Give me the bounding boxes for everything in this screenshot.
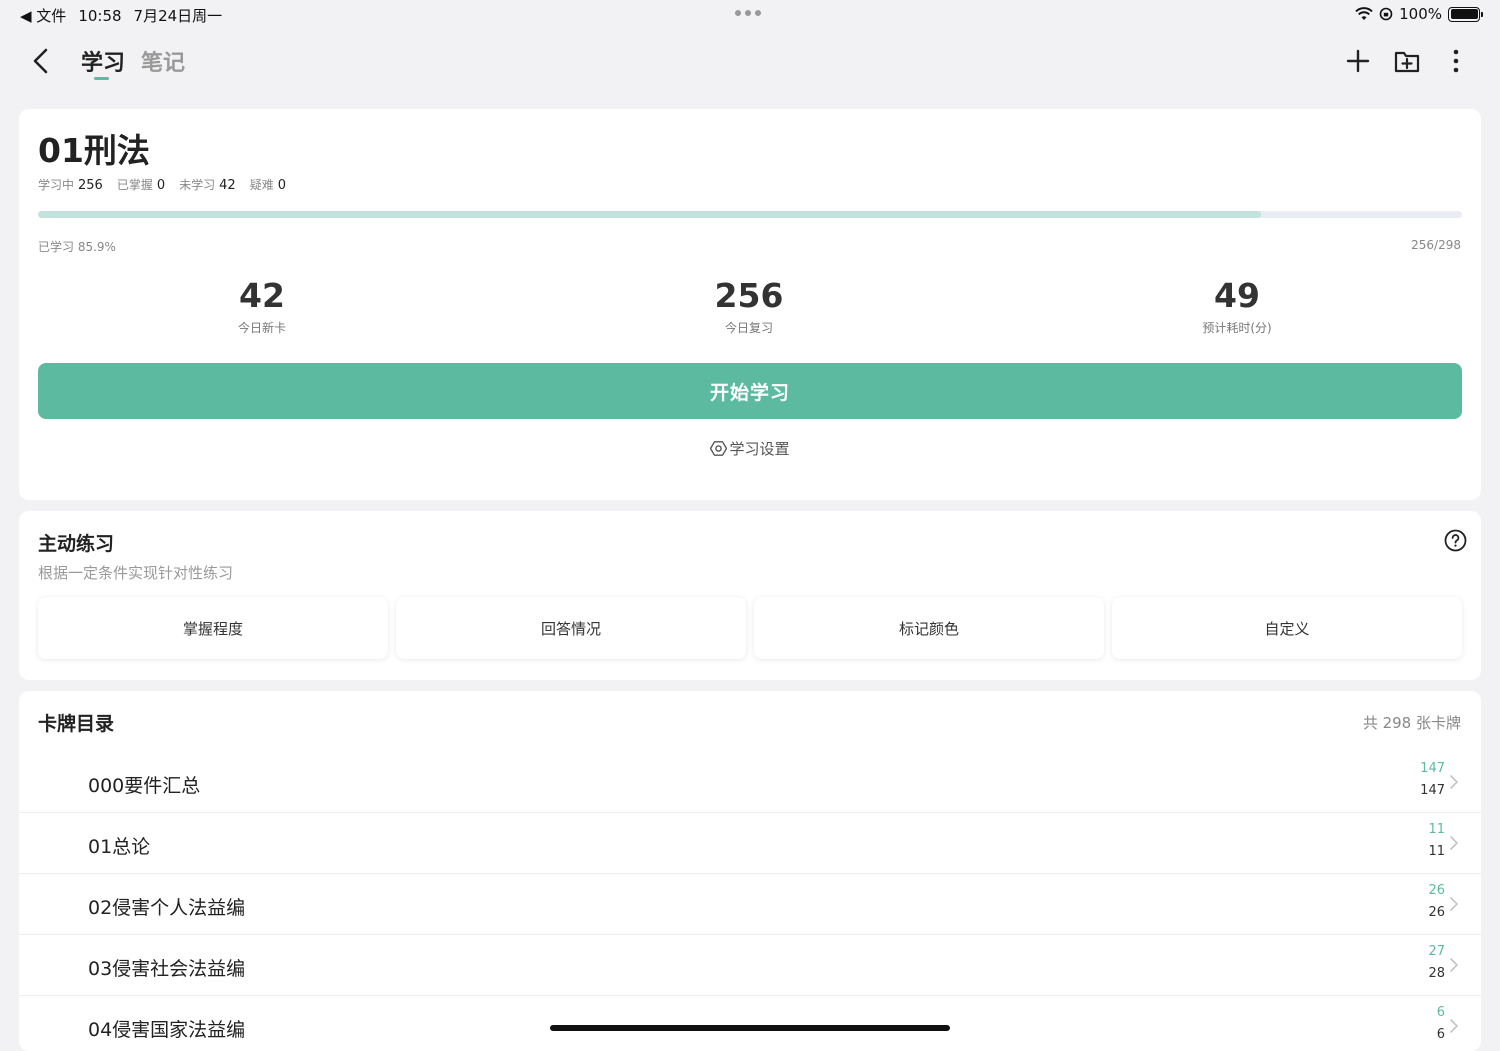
help-icon[interactable] [1444,529,1467,552]
active-tab-indicator [94,77,109,80]
catalog-row-name: 000要件汇总 [88,775,201,797]
deck-title: 01刑法 [38,131,150,170]
filter-color-button[interactable]: 标记颜色 [754,597,1104,659]
status-time: 10:58 [78,6,122,25]
catalog-row[interactable]: 03侵害社会法益编 27 28 [19,935,1481,996]
study-settings-label: 学习设置 [729,440,790,458]
study-settings-link[interactable]: 学习设置 [700,438,800,459]
progress-label: 已学习 85.9% [38,240,116,254]
catalog-row-count-total: 6 [1436,1027,1445,1042]
back-chevron-icon[interactable] [26,44,58,78]
filter-mastery-button[interactable]: 掌握程度 [38,597,388,659]
settings-icon [710,441,728,456]
catalog-row[interactable]: 01总论 11 11 [19,813,1481,874]
battery-icon [1448,6,1483,22]
back-to-app-link[interactable]: ◀ 文件 [20,5,66,26]
battery-percent: 100% [1399,5,1442,23]
tab-notes[interactable]: 笔记 [141,45,185,77]
catalog-row-name: 04侵害国家法益编 [88,1019,246,1041]
start-study-button[interactable]: 开始学习 [38,363,1462,419]
practice-subtitle: 根据一定条件实现针对性练习 [38,564,234,582]
status-bar-right: 100% [1355,5,1483,23]
chevron-right-icon [1450,836,1459,850]
catalog-row-count-total: 11 [1428,844,1445,859]
add-icon[interactable] [1341,44,1375,78]
filter-answer-button[interactable]: 回答情况 [396,597,746,659]
stat-learning: 学习中 256 [38,178,103,193]
catalog-row[interactable]: 04侵害国家法益编 6 6 [19,996,1481,1042]
catalog-row[interactable]: 000要件汇总 147 147 [19,752,1481,813]
catalog-row-count-total: 26 [1428,905,1445,920]
catalog-row-count-learned: 11 [1428,822,1445,837]
stat-mastered: 已掌握 0 [116,178,166,193]
catalog-total: 共 298 张卡牌 [1362,714,1461,732]
stat-unlearned: 未学习 42 [179,178,236,193]
deck-stats: 学习中 256 已掌握 0 未学习 42 疑难 0 [38,176,286,193]
catalog-row-count-learned: 27 [1428,944,1445,959]
catalog-row-name: 01总论 [88,836,151,858]
progress-count: 256/298 [1411,238,1461,252]
catalog-row-count-learned: 26 [1428,883,1445,898]
catalog-row-count-total: 28 [1428,966,1445,981]
metric-estimated-time: 49 预计耗时(分) [1202,276,1272,335]
more-options-icon[interactable] [1439,44,1473,78]
wifi-icon [1355,7,1373,20]
catalog-row[interactable]: 02侵害个人法益编 26 26 [19,874,1481,935]
metric-new-cards: 42 今日新卡 [237,276,286,335]
catalog-row-name: 02侵害个人法益编 [88,897,246,919]
catalog-row-count-total: 147 [1420,783,1445,798]
status-date: 7月24日周一 [133,7,223,25]
add-folder-icon[interactable] [1390,44,1424,78]
status-bar-left: ◀ 文件 10:58 7月24日周一 [20,5,222,26]
chevron-right-icon [1450,1019,1459,1033]
metric-review: 256 今日复习 [714,276,784,335]
catalog-row-count-learned: 147 [1420,761,1445,776]
practice-title: 主动练习 [38,533,115,555]
tab-study[interactable]: 学习 [81,45,125,77]
catalog-title: 卡牌目录 [38,713,115,735]
chevron-right-icon [1450,775,1459,789]
home-indicator[interactable] [550,1025,950,1031]
chevron-right-icon [1450,958,1459,972]
catalog-row-count-learned: 6 [1436,1005,1445,1020]
chevron-right-icon [1450,897,1459,911]
orientation-lock-icon [1379,7,1393,21]
study-progress-fill [38,211,1262,218]
study-progress-bar [38,211,1462,218]
multitask-dots-icon[interactable] [735,10,761,16]
filter-custom-button[interactable]: 自定义 [1112,597,1462,659]
catalog-row-name: 03侵害社会法益编 [88,958,246,980]
stat-difficult: 疑难 0 [249,178,286,193]
